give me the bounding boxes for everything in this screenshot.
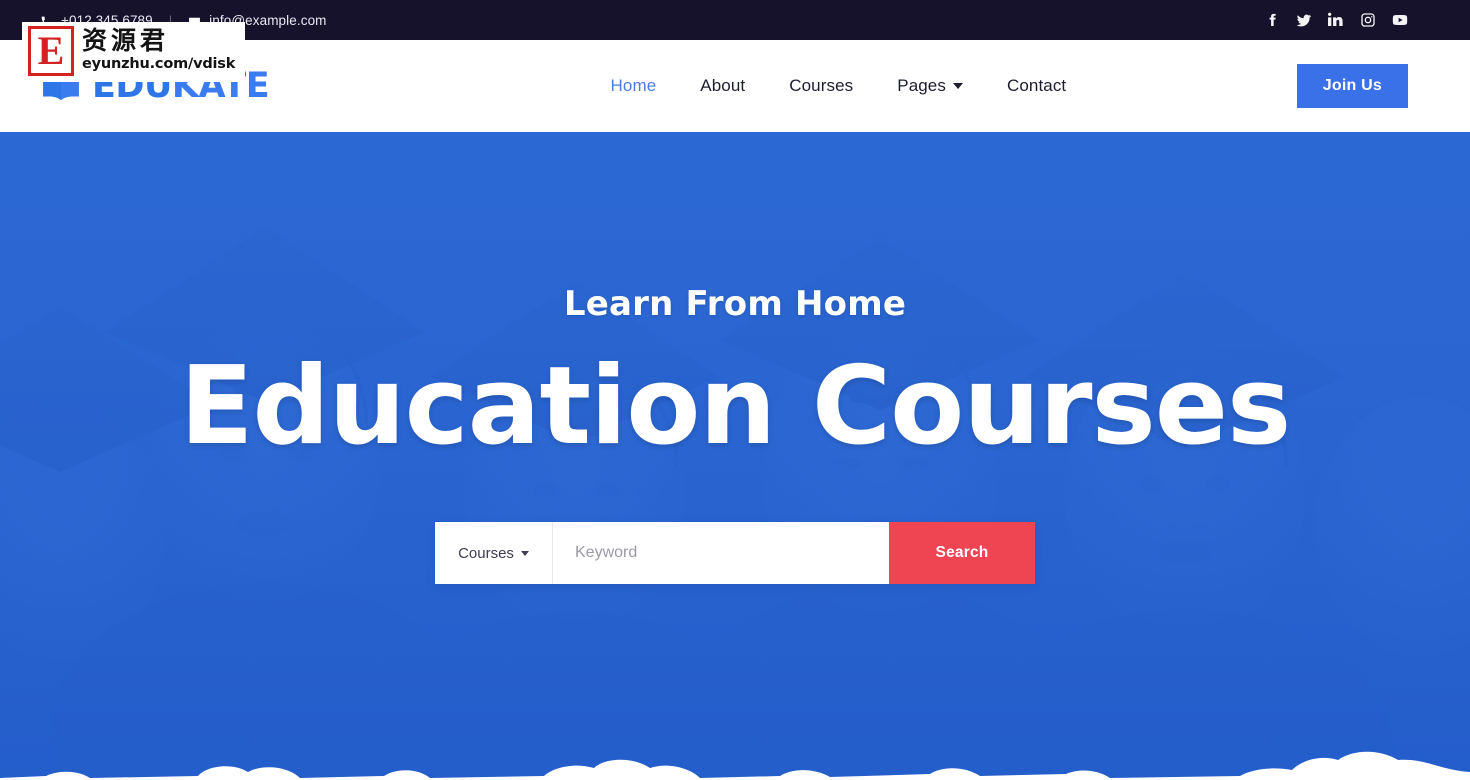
watermark-url: eyunzhu.com/vdisk: [82, 55, 236, 72]
watermark-text-group: 资源君 eyunzhu.com/vdisk: [82, 26, 235, 72]
nav-links: Home About Courses Pages Contact: [380, 76, 1297, 96]
page-root: +012 345 6789 | info@example.com EDUKATE: [0, 0, 1470, 780]
youtube-icon[interactable]: [1392, 12, 1408, 28]
linkedin-icon[interactable]: [1328, 12, 1344, 28]
nav-link-home[interactable]: Home: [589, 76, 679, 96]
join-us-button[interactable]: Join Us: [1296, 64, 1408, 108]
nav-link-about-label: About: [700, 76, 746, 95]
search-keyword-input[interactable]: [553, 522, 889, 585]
search-submit-button[interactable]: Search: [889, 522, 1035, 585]
nav-link-contact[interactable]: Contact: [985, 76, 1088, 96]
social-links: [1264, 12, 1408, 28]
chevron-down-icon: [952, 83, 963, 89]
hero-subtitle: Learn From Home: [563, 284, 907, 324]
hero-content: Learn From Home Education Courses Course…: [0, 132, 1470, 780]
nav-link-pages[interactable]: Pages: [875, 76, 985, 96]
nav-link-about[interactable]: About: [678, 76, 767, 96]
watermark-overlay: E 资源君 eyunzhu.com/vdisk: [22, 22, 246, 82]
hero-title: Education Courses: [179, 344, 1292, 469]
search-category-dropdown[interactable]: Courses: [435, 522, 553, 585]
nav-link-courses-label: Courses: [789, 76, 854, 95]
facebook-icon[interactable]: [1264, 12, 1280, 28]
watermark-cn-text: 资源君: [82, 26, 170, 55]
chevron-down-icon: [520, 550, 529, 556]
search-category-label: Courses: [458, 544, 514, 562]
course-search-bar: Courses Search: [435, 522, 1035, 585]
nav-link-pages-label: Pages: [897, 76, 946, 95]
twitter-icon[interactable]: [1296, 12, 1312, 28]
hero-section: Learn From Home Education Courses Course…: [0, 132, 1470, 780]
nav-link-courses[interactable]: Courses: [767, 76, 875, 96]
watermark-badge-letter: E: [28, 26, 74, 76]
instagram-icon[interactable]: [1360, 12, 1376, 28]
nav-link-home-label: Home: [610, 76, 657, 95]
nav-link-contact-label: Contact: [1006, 76, 1067, 95]
